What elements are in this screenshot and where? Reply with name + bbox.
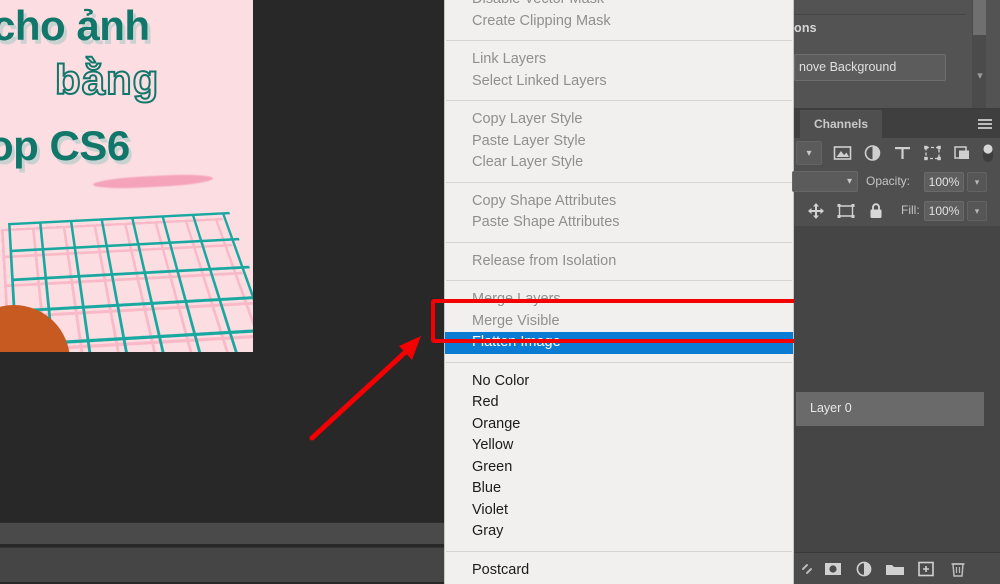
layers-panel: Channels ▾ ▾ Opacity: 100% ▾ Fill: 100% … [792, 110, 1000, 584]
menu-item-copy-layer-style: Copy Layer Style [472, 111, 583, 127]
opacity-input[interactable]: 100% [924, 172, 964, 192]
menu-item-merge-visible: Merge Visible [472, 312, 560, 329]
menu-group: Link Layers Select Linked Layers [445, 46, 793, 95]
menu-group: Copy Layer Style Paste Layer Style Clear L… [445, 106, 793, 177]
photoshop-screenshot: cho ảnh bằng op CS6 Disable Vector MaskC… [0, 0, 1000, 584]
menu-item-green[interactable]: Green [445, 457, 793, 479]
fill-label: Fill: [901, 203, 920, 217]
panel-tab-bar: Channels [794, 110, 1000, 138]
new-adjustment-layer-icon[interactable] [854, 560, 874, 578]
lock-all-icon[interactable] [866, 202, 887, 222]
menu-separator [446, 40, 792, 41]
menu-item-yellow[interactable]: Yellow [445, 435, 793, 457]
menu-item-flatten-image[interactable]: Flatten Image [445, 332, 793, 354]
menu-separator [446, 100, 792, 101]
menu-group: Disable Vector MaskCreate Clipping Mask [445, 0, 793, 35]
menu-group: PostcardNew 3D Extrusion from Selected L… [445, 557, 793, 584]
add-layer-mask-icon[interactable] [822, 560, 842, 578]
menu-item-create-clipping-mask: Create Clipping Mask [472, 12, 611, 29]
fill-chevron-down-icon[interactable]: ▾ [967, 201, 987, 221]
menu-group: No Color Red Orange Yellow Green Blue Violet Gr… [445, 368, 793, 546]
new-layer-icon[interactable] [916, 560, 936, 578]
delete-layer-icon[interactable] [948, 560, 968, 578]
type-layer-icon[interactable] [892, 143, 913, 163]
layers-panel-toolbar [794, 552, 1000, 584]
menu-item-select-linked-layers: Select Linked Layers [472, 72, 607, 89]
artwork-text-line2: bằng [54, 55, 160, 104]
menu-item-link-layers: Link Layers [472, 51, 547, 67]
menu-group: Merge Layers Merge Visible Flatten Image [445, 286, 793, 357]
layer-context-menu[interactable]: Disable Vector MaskCreate Clipping Mask L… [444, 0, 794, 584]
quick-actions-panel: ons nove Background ▾ [794, 0, 1000, 108]
filter-enable-toggle-icon[interactable] [980, 143, 1000, 163]
artwork-brush-stroke [92, 172, 214, 191]
menu-separator [446, 280, 792, 281]
lock-artboard-icon[interactable] [836, 202, 857, 222]
status-bar-upper [0, 522, 444, 544]
quick-actions-title: ons [794, 21, 817, 35]
layer-list: Layer 0 [794, 226, 1000, 552]
blend-mode-row: ▾ Opacity: 100% ▾ [792, 168, 1000, 196]
new-group-icon[interactable] [884, 560, 904, 578]
layer-filter-row: ▾ [794, 138, 1000, 168]
menu-item-postcard[interactable]: Postcard [445, 560, 793, 582]
layer-row-layer0[interactable]: Layer 0 [796, 392, 984, 426]
chevron-down-icon[interactable]: ▾ [974, 70, 986, 82]
menu-item-disable-vector-mask: Disable Vector Mask [445, 0, 793, 11]
shape-layer-icon[interactable] [922, 143, 943, 163]
menu-item-red[interactable]: Red [445, 392, 793, 414]
document-canvas[interactable]: cho ảnh bằng op CS6 [0, 0, 253, 352]
panel-menu-icon[interactable] [978, 119, 992, 129]
menu-item-orange[interactable]: Orange [445, 414, 793, 436]
lock-position-icon[interactable] [806, 202, 827, 222]
menu-group: Release from Isolation [445, 248, 793, 276]
opacity-chevron-down-icon[interactable]: ▾ [967, 172, 987, 192]
workspace: cho ảnh bằng op CS6 [0, 0, 444, 584]
link-layers-icon[interactable] [798, 560, 818, 578]
artwork-text-line3: op CS6 [0, 122, 130, 169]
filter-toggle-icon[interactable]: ▾ [796, 141, 822, 165]
pixel-layer-icon[interactable] [832, 143, 853, 163]
menu-item-merge-layers: Merge Layers [472, 291, 561, 307]
menu-item-copy-shape-attributes: Copy Shape Attributes [472, 192, 617, 209]
menu-item-violet[interactable]: Violet [445, 500, 793, 522]
remove-background-button[interactable]: nove Background [794, 54, 946, 81]
status-bar-lower [0, 547, 444, 582]
quick-actions-divider [794, 14, 966, 15]
right-panel-dock: ons nove Background ▾ Channels ▾ ▾ Opaci… [792, 0, 1000, 584]
layer-name-label: Layer 0 [810, 401, 852, 415]
menu-item-release-from-isolation: Release from Isolation [472, 252, 617, 269]
lock-controls-row: Fill: 100% ▾ [794, 196, 1000, 226]
menu-separator [446, 241, 792, 243]
artwork-text-line1: cho ảnh [0, 2, 150, 49]
menu-separator [446, 181, 792, 183]
menu-item-blue[interactable]: Blue [445, 478, 793, 500]
menu-separator [446, 550, 792, 552]
fill-input[interactable]: 100% [924, 201, 964, 221]
menu-group: Copy Shape Attributes Paste Shape Attribu… [445, 188, 793, 237]
properties-scrollbar-thumb[interactable] [973, 0, 986, 35]
menu-separator [446, 361, 792, 363]
menu-item-no-color[interactable]: No Color [445, 371, 793, 393]
tab-channels[interactable]: Channels [800, 110, 883, 138]
menu-item-paste-layer-style: Paste Layer Style [472, 132, 586, 149]
menu-item-paste-shape-attributes: Paste Shape Attributes [472, 214, 620, 230]
menu-item-gray[interactable]: Gray [445, 521, 793, 543]
opacity-label: Opacity: [866, 174, 911, 188]
canvas-backdrop [0, 352, 444, 505]
blend-mode-select[interactable]: ▾ [792, 171, 858, 192]
smart-object-icon[interactable] [952, 143, 973, 163]
menu-item-clear-layer-style: Clear Layer Style [472, 154, 584, 170]
adjustment-layer-icon[interactable] [862, 143, 883, 163]
